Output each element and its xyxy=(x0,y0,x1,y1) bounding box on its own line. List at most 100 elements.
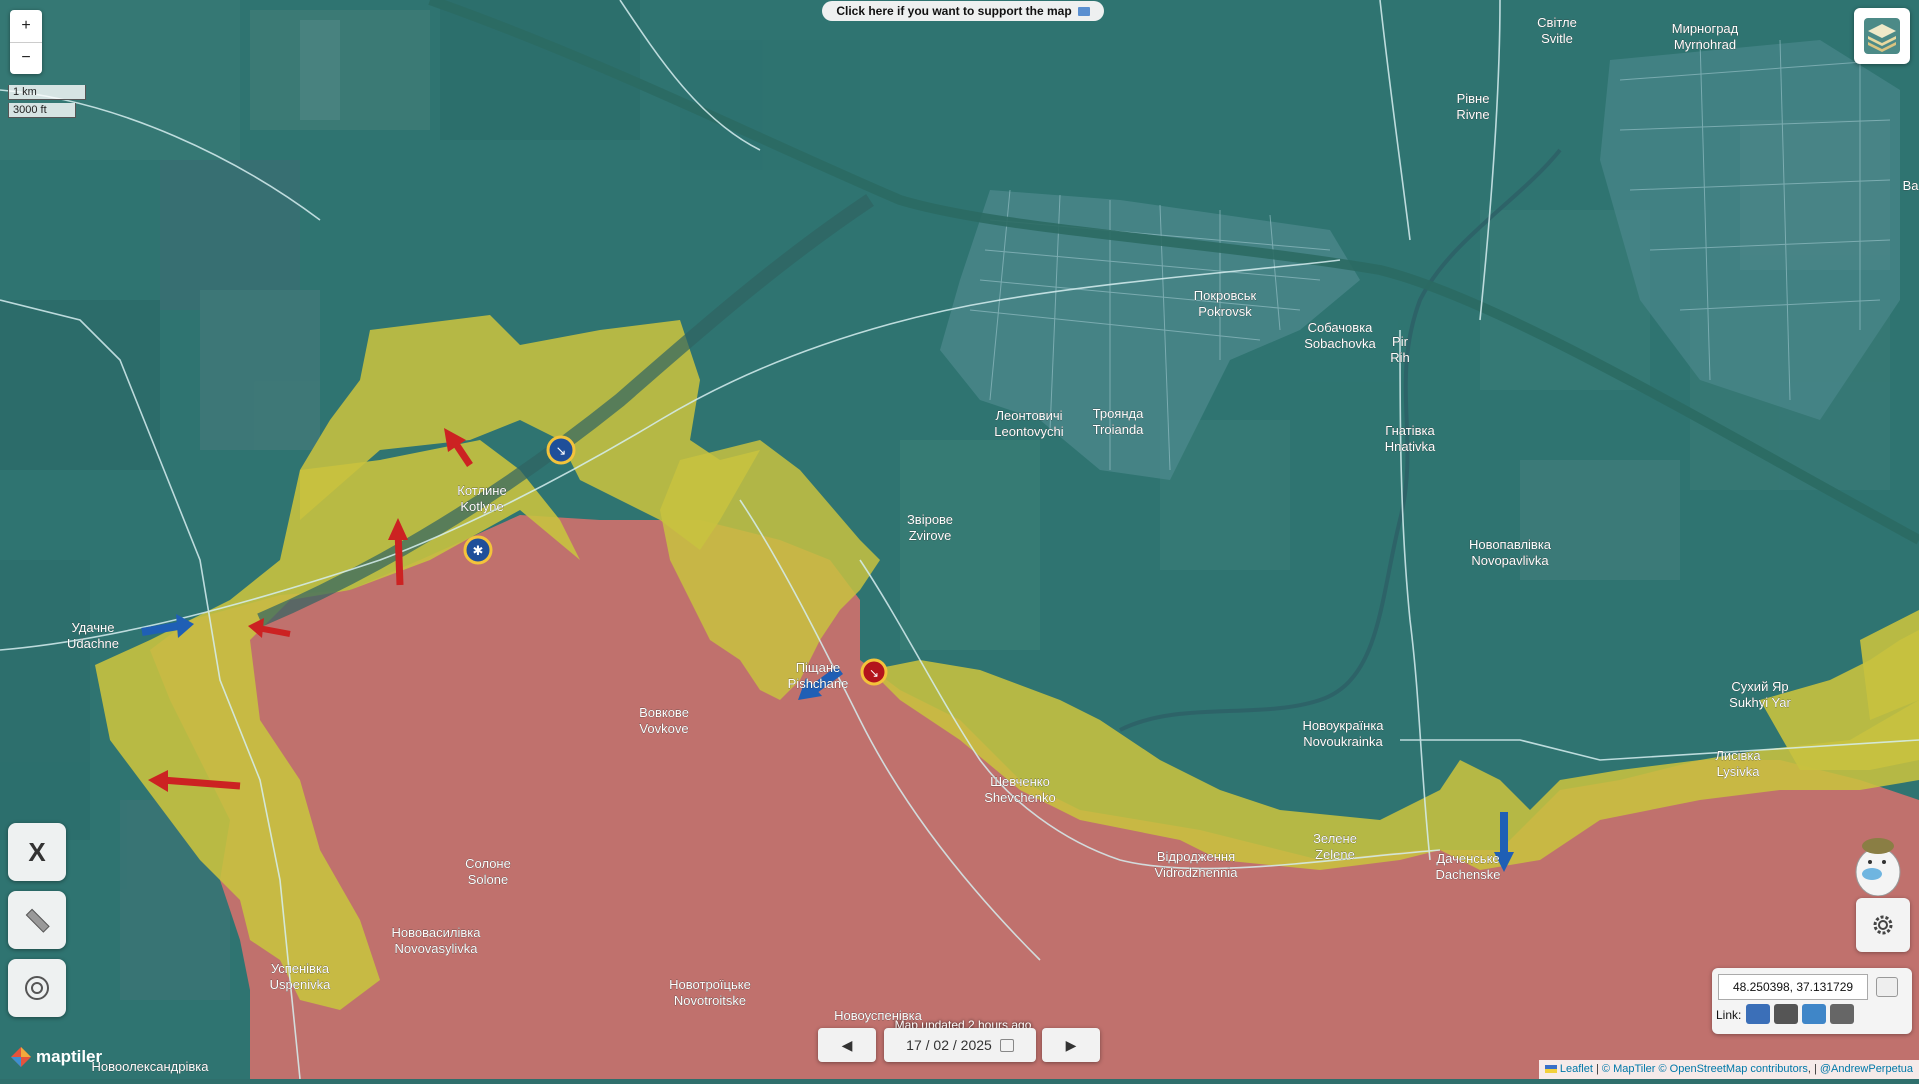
x-share-button[interactable]: X xyxy=(8,823,66,881)
ukrainian-unit-marker[interactable]: ✱ xyxy=(465,537,491,563)
russian-unit-marker[interactable]: ↘ xyxy=(862,660,886,684)
leaflet-link[interactable]: Leaflet xyxy=(1560,1063,1593,1075)
support-map-banner[interactable]: Click here if you want to support the ma… xyxy=(822,1,1104,21)
locate-button[interactable] xyxy=(8,959,66,1017)
label-pokrovsk-ua: Покровськ xyxy=(1194,288,1257,303)
label-uspenivka-ua: Успенівка xyxy=(271,961,330,976)
label-dachenske-en: Dachenske xyxy=(1435,867,1500,882)
ruler-button[interactable] xyxy=(8,891,66,949)
gear-icon xyxy=(1869,911,1897,939)
layers-button[interactable] xyxy=(1854,8,1910,64)
scale-imperial: 3000 ft xyxy=(8,103,76,118)
map-link-icon[interactable] xyxy=(1774,1004,1798,1024)
maptiler-logo-text: maptiler xyxy=(36,1047,102,1067)
label-shevchenko-en: Shevchenko xyxy=(984,790,1056,805)
attribution-bar: Leaflet | © MapTiler © OpenStreetMap con… xyxy=(1539,1060,1919,1079)
label-novopavlivka-ua: Новопавлівка xyxy=(1469,537,1552,552)
label-lysivka-en: Lysivka xyxy=(1717,764,1761,779)
coordinates-panel: 48.250398, 37.131729 Link: xyxy=(1712,968,1912,1034)
calendar-link-icon[interactable] xyxy=(1746,1004,1770,1024)
label-myrnohrad-ua: Мирноград xyxy=(1672,21,1739,36)
maptiler-link[interactable]: © MapTiler xyxy=(1602,1063,1656,1075)
ruler-icon xyxy=(22,905,52,935)
svg-text:↘: ↘ xyxy=(556,443,567,458)
label-solone-en: Solone xyxy=(468,872,508,887)
date-value: 17 / 02 / 2025 xyxy=(906,1037,992,1053)
label-svitle-en: Svitle xyxy=(1541,31,1573,46)
maptiler-logo[interactable]: maptiler xyxy=(10,1046,102,1068)
label-sobachovka-ua: Собачовка xyxy=(1308,320,1374,335)
label-uspenivka-en: Uspenivka xyxy=(270,977,331,992)
label-lysivka-ua: Лисівка xyxy=(1715,748,1761,763)
label-udachne-en: Udachne xyxy=(67,636,119,651)
ukraine-flag-icon xyxy=(1545,1065,1557,1073)
label-sobachovka-en: Sobachovka xyxy=(1304,336,1376,351)
zoom-in-button[interactable]: + xyxy=(10,10,42,42)
label-novotroitske-en: Novotroitske xyxy=(674,993,746,1008)
label-novotroitske-ua: Новотроїцьке xyxy=(669,977,751,992)
link-label: Link: xyxy=(1716,1008,1741,1022)
crosshair-link-icon[interactable] xyxy=(1830,1004,1854,1024)
label-vovkove-en: Vovkove xyxy=(639,721,688,736)
label-zelene-en: Zelene xyxy=(1315,847,1355,862)
label-dachenske-ua: Даченське xyxy=(1436,851,1499,866)
label-novovasylivka-ua: Нововасилівка xyxy=(392,925,482,940)
label-novoukrainka-en: Novoukrainka xyxy=(1303,734,1383,749)
calendar-icon xyxy=(1000,1039,1014,1052)
label-novovasylivka-en: Novovasylivka xyxy=(394,941,478,956)
label-troianda-en: Troianda xyxy=(1093,422,1145,437)
label-pokrovsk-en: Pokrovsk xyxy=(1198,304,1252,319)
date-picker[interactable]: 17 / 02 / 2025 xyxy=(884,1028,1036,1062)
search-link-icon[interactable] xyxy=(1802,1004,1826,1024)
label-novopavlivka-en: Novopavlivka xyxy=(1471,553,1549,568)
label-rivne-en: Rivne xyxy=(1456,107,1489,122)
label-pishchane-en: Pishchane xyxy=(788,676,849,691)
maptiler-logo-icon xyxy=(10,1046,32,1068)
previous-date-button[interactable]: ◀ xyxy=(818,1028,876,1062)
svg-text:✱: ✱ xyxy=(473,543,484,558)
label-shevchenko-ua: Шевченко xyxy=(990,774,1050,789)
label-kotlyne-ua: Котлине xyxy=(457,483,506,498)
label-sukhyi-yar-en: Sukhyi Yar xyxy=(1729,695,1791,710)
label-troianda-ua: Троянда xyxy=(1093,406,1144,421)
mascot-icon xyxy=(1852,832,1904,896)
label-novooleksandrivka-ua: Новоолександрівка xyxy=(92,1059,210,1074)
label-novoukrainka-ua: Новоукраїнка xyxy=(1302,718,1384,733)
osm-link[interactable]: © OpenStreetMap contributors xyxy=(1659,1063,1808,1075)
coordinates-field[interactable]: 48.250398, 37.131729 xyxy=(1718,974,1868,1000)
label-udachne-ua: Удачне xyxy=(72,620,115,635)
target-icon xyxy=(22,973,52,1003)
label-rivne-ua: Рівне xyxy=(1457,91,1490,106)
layers-icon xyxy=(1862,16,1902,56)
label-pir-en: Rih xyxy=(1390,350,1410,365)
map-icon xyxy=(1078,7,1090,16)
zoom-out-button[interactable]: − xyxy=(10,42,42,75)
support-banner-text: Click here if you want to support the ma… xyxy=(836,4,1071,18)
next-date-button[interactable]: ▶ xyxy=(1042,1028,1100,1062)
label-svitle-ua: Світле xyxy=(1537,15,1577,30)
label-myrnohrad-en: Myrnohrad xyxy=(1674,37,1736,52)
label-vidrodzhennia-ua: Відродження xyxy=(1157,849,1235,864)
label-pishchane-ua: Піщане xyxy=(796,660,841,675)
label-kotlyne-en: Kotlyne xyxy=(460,499,503,514)
zoom-control: + − xyxy=(10,10,42,74)
label-bal-en: Bal xyxy=(1903,178,1919,193)
label-leontovychi-en: Leontovychi xyxy=(994,424,1063,439)
label-hnativka-ua: Гнатівка xyxy=(1385,423,1435,438)
label-leontovychi-ua: Леонтовичі xyxy=(995,408,1062,423)
ukrainian-unit-marker[interactable]: ↘ xyxy=(548,437,574,463)
label-sukhyi-yar-ua: Сухий Яр xyxy=(1731,679,1788,694)
settings-button[interactable] xyxy=(1856,898,1910,952)
label-vovkove-ua: Вовкове xyxy=(639,705,689,720)
label-solone-ua: Солоне xyxy=(465,856,511,871)
label-zelene-ua: Зелене xyxy=(1313,831,1357,846)
label-zvirove-en: Zvirove xyxy=(909,528,952,543)
svg-text:↘: ↘ xyxy=(869,666,879,680)
label-hnativka-en: Hnativka xyxy=(1385,439,1436,454)
label-zvirove-ua: Звірове xyxy=(907,512,953,527)
map-canvas[interactable]: ↘ ✱ ↘ Покровськ Pokrovsk Мирноград Myrno… xyxy=(0,0,1919,1079)
label-pir-ua: Pir xyxy=(1392,334,1409,349)
x-icon: X xyxy=(28,837,45,868)
copy-coordinates-button[interactable] xyxy=(1876,977,1898,997)
author-link[interactable]: @AndrewPerpetua xyxy=(1820,1063,1913,1075)
